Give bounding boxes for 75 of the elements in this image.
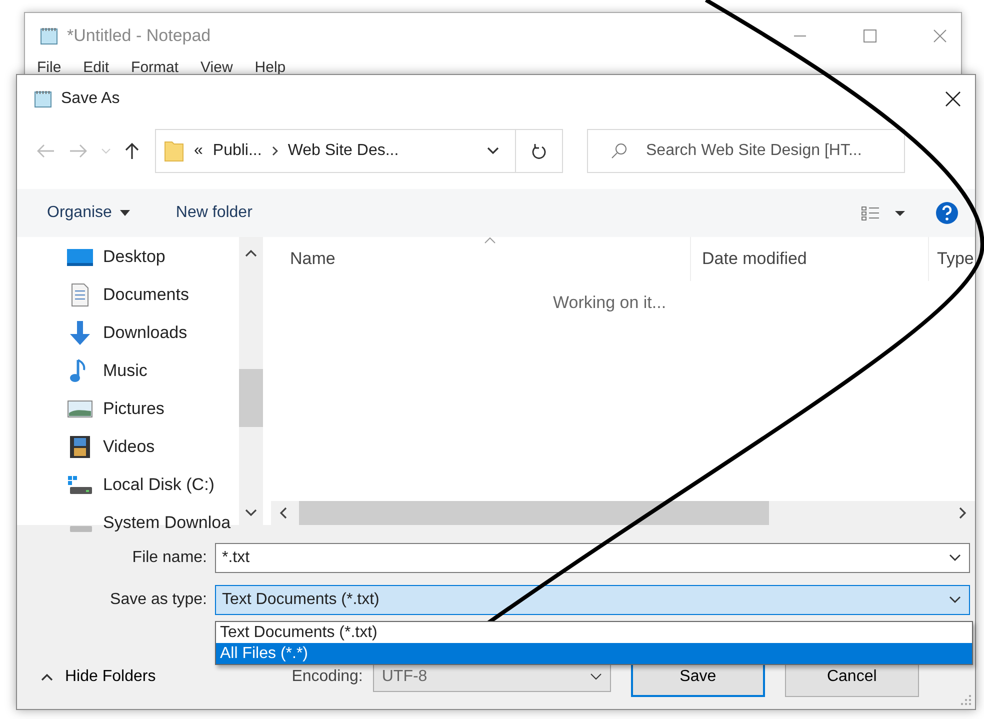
- sidebar-label: System Downloa: [103, 513, 231, 533]
- sidebar-label: Music: [103, 361, 148, 381]
- film-icon: [67, 435, 93, 459]
- search-field[interactable]: Search Web Site Design [HT...: [587, 129, 905, 173]
- breadcrumb-item[interactable]: Publi...: [212, 142, 262, 160]
- menu-item[interactable]: View: [200, 59, 233, 76]
- vertical-scrollbar[interactable]: [239, 237, 263, 525]
- chevron-down-icon: [590, 673, 602, 681]
- file-name-field[interactable]: *.txt: [215, 543, 970, 573]
- column-header[interactable]: Name: [271, 237, 690, 281]
- chevron-down-icon[interactable]: [487, 147, 499, 155]
- scrollbar-thumb[interactable]: [239, 369, 263, 427]
- sidebar-label: Videos: [103, 437, 155, 457]
- chevron-down-icon[interactable]: [949, 596, 961, 604]
- dropdown-option[interactable]: Text Documents (*.txt): [216, 622, 972, 643]
- sort-ascending-icon: [484, 237, 496, 244]
- breadcrumb-item[interactable]: Web Site Des...: [288, 142, 399, 160]
- sidebar-item[interactable]: Music: [17, 352, 239, 390]
- sidebar-item[interactable]: Downloads: [17, 314, 239, 352]
- chevron-down-icon[interactable]: [949, 554, 961, 562]
- desktop-icon: [67, 247, 93, 267]
- menu-item[interactable]: File: [37, 59, 62, 76]
- new-folder-button[interactable]: New folder: [166, 200, 262, 226]
- notepad-icon: [39, 26, 59, 46]
- refresh-icon[interactable]: [532, 143, 546, 159]
- organise-menu[interactable]: Organise: [37, 200, 140, 226]
- help-icon[interactable]: [935, 201, 959, 225]
- horizontal-scrollbar[interactable]: [271, 501, 975, 525]
- dropdown-option[interactable]: All Files (*.*): [216, 643, 972, 664]
- hide-folders-button[interactable]: Hide Folders: [41, 668, 156, 686]
- scroll-up-icon[interactable]: [245, 249, 257, 257]
- field-label: File name:: [131, 549, 207, 567]
- sidebar-item[interactable]: Pictures: [17, 390, 239, 428]
- sidebar-label: Downloads: [103, 323, 188, 343]
- resize-grip-icon[interactable]: [961, 695, 971, 705]
- close-icon[interactable]: [945, 91, 961, 107]
- maximize-icon[interactable]: [863, 29, 877, 43]
- scroll-down-icon[interactable]: [245, 509, 257, 517]
- chevron-up-icon: [41, 673, 53, 681]
- sidebar-label: Documents: [103, 285, 189, 305]
- scroll-right-icon[interactable]: [959, 507, 967, 519]
- address-bar[interactable]: « Publi... Web Site Des...: [155, 129, 563, 173]
- column-header[interactable]: Date modified: [690, 237, 928, 281]
- scroll-left-icon[interactable]: [279, 507, 287, 519]
- drive-icon: [67, 474, 93, 496]
- sidebar-label: Pictures: [103, 399, 164, 419]
- chevron-right-icon: [272, 146, 278, 156]
- sidebar-item[interactable]: Documents: [17, 276, 239, 314]
- up-arrow-icon[interactable]: [125, 142, 139, 160]
- file-type-dropdown[interactable]: Text Documents (*.txt): [215, 585, 970, 615]
- picture-icon: [67, 399, 93, 419]
- sidebar-item[interactable]: System Downloa: [17, 504, 239, 542]
- drive-icon: [67, 523, 93, 533]
- menu-item[interactable]: Format: [131, 59, 179, 76]
- dialog-title: Save As: [61, 90, 120, 108]
- encoding-label: Encoding:: [292, 668, 363, 686]
- window-title: *Untitled - Notepad: [67, 26, 211, 46]
- sidebar-item[interactable]: Desktop: [17, 238, 239, 276]
- menu-item[interactable]: Help: [254, 59, 286, 76]
- folder-icon: [164, 140, 184, 162]
- scrollbar-thumb[interactable]: [299, 501, 769, 525]
- field-label: Save as type:: [109, 591, 207, 609]
- notepad-icon: [33, 89, 53, 109]
- sidebar-item[interactable]: Videos: [17, 428, 239, 466]
- sidebar-item[interactable]: Local Disk (C:): [17, 466, 239, 504]
- menu-item[interactable]: Edit: [83, 59, 110, 76]
- encoding-dropdown[interactable]: UTF-8: [372, 662, 611, 692]
- breadcrumb-overflow[interactable]: «: [194, 142, 203, 160]
- download-arrow-icon: [67, 320, 93, 346]
- sidebar-label: Desktop: [103, 247, 166, 267]
- search-icon: [611, 143, 627, 159]
- loading-message: Working on it...: [553, 293, 666, 312]
- column-header[interactable]: Type: [928, 237, 974, 281]
- caret-icon: [120, 210, 130, 216]
- sidebar-label: Local Disk (C:): [103, 475, 214, 495]
